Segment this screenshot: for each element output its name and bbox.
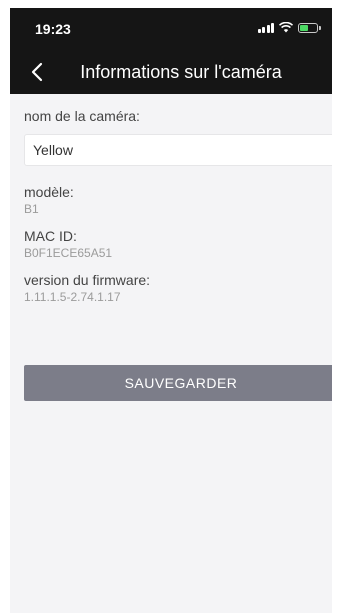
phone-screen: 19:23 Informations sur l'caméra nom de l… bbox=[10, 8, 332, 613]
firmware-label: version du firmware: bbox=[24, 272, 151, 288]
wifi-icon bbox=[279, 22, 293, 33]
page-title: Informations sur l'caméra bbox=[80, 62, 282, 82]
mac-value: B0F1ECE65A51 bbox=[24, 246, 113, 260]
status-icons bbox=[257, 22, 321, 33]
status-time: 19:23 bbox=[35, 21, 71, 37]
mac-label: MAC ID: bbox=[24, 228, 77, 244]
nav-bar: Informations sur l'caméra bbox=[10, 50, 332, 94]
firmware-value: 1.11.1.5-2.74.1.17 bbox=[24, 290, 121, 304]
battery-charging-icon bbox=[298, 23, 321, 33]
model-label: modèle: bbox=[24, 184, 74, 200]
save-button[interactable]: SAUVEGARDER bbox=[24, 365, 332, 401]
status-bar: 19:23 bbox=[10, 8, 332, 50]
camera-info-form: nom de la caméra: modèle: B1 MAC ID: B0F… bbox=[10, 108, 332, 401]
camera-name-field[interactable] bbox=[24, 134, 332, 166]
model-value: B1 bbox=[24, 202, 39, 216]
camera-name-label: nom de la caméra: bbox=[24, 108, 140, 124]
cellular-signal-icon bbox=[257, 22, 274, 33]
camera-name-input[interactable] bbox=[25, 141, 332, 159]
